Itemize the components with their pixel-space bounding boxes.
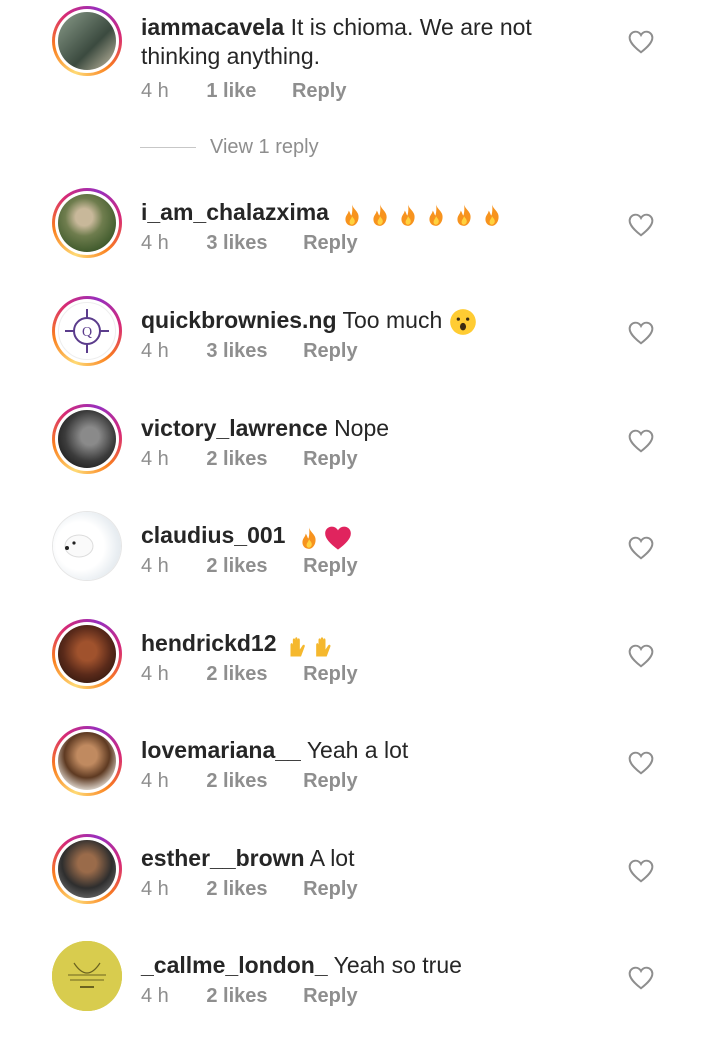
reply-button[interactable]: Reply <box>303 555 357 578</box>
comment-username[interactable]: hendrickd12 <box>141 630 277 656</box>
comment-time: 4 h <box>141 878 169 900</box>
avatar[interactable] <box>52 726 122 796</box>
reply-button[interactable]: Reply <box>303 878 357 901</box>
comment-text: Yeah so true <box>333 952 462 978</box>
comment-item: Q quickbrownies.ng Too much 4 h 3 likes … <box>0 296 720 396</box>
avatar[interactable] <box>52 511 122 581</box>
comment-likes[interactable]: 2 likes <box>206 985 267 1008</box>
comment-item: esther__brown A lot 4 h 2 likes Reply <box>0 834 720 934</box>
heart-outline-icon[interactable] <box>628 966 654 990</box>
fire-emoji-icon <box>373 204 387 227</box>
comment-likes[interactable]: 2 likes <box>206 770 267 793</box>
comment-likes[interactable]: 3 likes <box>206 340 267 363</box>
fire-emoji-icon <box>401 204 415 227</box>
fire-emoji-icon <box>457 204 471 227</box>
fire-emoji-icon <box>302 527 316 550</box>
reply-button[interactable]: Reply <box>303 770 357 793</box>
reply-button[interactable]: Reply <box>303 232 357 255</box>
raised-hands-emoji-icon <box>290 637 331 657</box>
comment-item: _callme_london_ Yeah so true 4 h 2 likes… <box>0 941 720 1041</box>
brand-logo-icon: Q <box>65 309 109 353</box>
comment-username[interactable]: lovemariana__ <box>141 737 301 763</box>
avatar[interactable] <box>52 6 122 76</box>
reply-button[interactable]: Reply <box>303 663 357 686</box>
polar-bear-icon <box>64 534 94 558</box>
astonished-face-emoji-icon <box>449 309 476 335</box>
reply-button[interactable]: Reply <box>292 80 346 103</box>
fire-emoji-icon <box>429 204 443 227</box>
fire-emoji-group <box>339 199 507 228</box>
comment-username[interactable]: victory_lawrence <box>141 415 328 441</box>
avatar[interactable] <box>52 619 122 689</box>
comment-text: Too much <box>342 307 443 333</box>
divider-line <box>140 147 196 149</box>
avatar[interactable] <box>52 188 122 258</box>
comment-username[interactable]: claudius_001 <box>141 522 285 548</box>
avatar[interactable] <box>52 834 122 904</box>
comment-username[interactable]: i_am_chalazxima <box>141 199 329 225</box>
comment-username[interactable]: esther__brown <box>141 845 305 871</box>
comment-meta: 4 h 2 likes Reply <box>141 448 388 471</box>
comment-text: A lot <box>309 845 355 871</box>
heart-outline-icon[interactable] <box>628 751 654 775</box>
comment-time: 4 h <box>141 232 169 254</box>
comment-time: 4 h <box>141 340 169 362</box>
comment-text: Nope <box>334 415 390 441</box>
avatar[interactable]: Q <box>52 296 122 366</box>
avatar[interactable] <box>52 941 122 1011</box>
reply-button[interactable]: Reply <box>303 985 357 1008</box>
comment-time: 4 h <box>141 663 169 685</box>
avatar[interactable] <box>52 404 122 474</box>
comment-likes[interactable]: 2 likes <box>206 448 267 471</box>
comment-meta: 4 h 3 likes Reply <box>141 232 388 255</box>
comment-meta: 4 h 2 likes Reply <box>141 770 388 793</box>
view-replies-label: View 1 reply <box>210 136 319 158</box>
heart-outline-icon[interactable] <box>628 321 654 345</box>
comment-meta: 4 h 3 likes Reply <box>141 340 388 363</box>
comment-likes[interactable]: 2 likes <box>206 663 267 686</box>
comment-likes[interactable]: 2 likes <box>206 555 267 578</box>
comment-item: victory_lawrence Nope 4 h 2 likes Reply <box>0 404 720 504</box>
comment-username[interactable]: quickbrownies.ng <box>141 307 337 333</box>
heart-outline-icon[interactable] <box>628 429 654 453</box>
comment-meta: 4 h 2 likes Reply <box>141 555 388 578</box>
comment-item: claudius_001 4 h 2 likes Reply <box>0 511 720 611</box>
comment-likes[interactable]: 1 like <box>206 80 256 103</box>
fire-emoji-icon <box>485 204 499 227</box>
heart-outline-icon[interactable] <box>628 644 654 668</box>
comment-meta: 4 h 2 likes Reply <box>141 878 388 901</box>
brand-logo-icon <box>68 962 106 988</box>
comment-meta: 4 h 2 likes Reply <box>141 663 388 686</box>
comment-username[interactable]: _callme_london_ <box>141 952 328 978</box>
reply-button[interactable]: Reply <box>303 340 357 363</box>
comment-meta: 4 h 1 like Reply <box>141 80 376 103</box>
comment-item: hendrickd12 4 h 2 likes Reply <box>0 619 720 719</box>
fire-emoji-icon <box>345 204 359 227</box>
view-replies-button[interactable]: View 1 reply <box>140 136 319 159</box>
comment-likes[interactable]: 2 likes <box>206 878 267 901</box>
heart-outline-icon[interactable] <box>628 536 654 560</box>
comment-item: i_am_chalazxima 4 h 3 likes Reply <box>0 188 720 288</box>
heart-outline-icon[interactable] <box>628 859 654 883</box>
reply-button[interactable]: Reply <box>303 448 357 471</box>
comment-text: Yeah a lot <box>306 737 409 763</box>
comment-meta: 4 h 2 likes Reply <box>141 985 388 1008</box>
comment-item: lovemariana__ Yeah a lot 4 h 2 likes Rep… <box>0 726 720 826</box>
heart-outline-icon[interactable] <box>628 30 654 54</box>
comment-likes[interactable]: 3 likes <box>206 232 267 255</box>
comment-time: 4 h <box>141 985 169 1007</box>
heart-outline-icon[interactable] <box>628 213 654 237</box>
comment-time: 4 h <box>141 555 169 577</box>
red-heart-emoji-icon <box>325 527 351 551</box>
comment-time: 4 h <box>141 80 169 102</box>
comment-username[interactable]: iammacavela <box>141 14 284 40</box>
comment-time: 4 h <box>141 770 169 792</box>
svg-text:Q: Q <box>82 325 92 340</box>
comment-time: 4 h <box>141 448 169 470</box>
comment-item: iammacavela It is chioma. We are not thi… <box>0 6 720 106</box>
